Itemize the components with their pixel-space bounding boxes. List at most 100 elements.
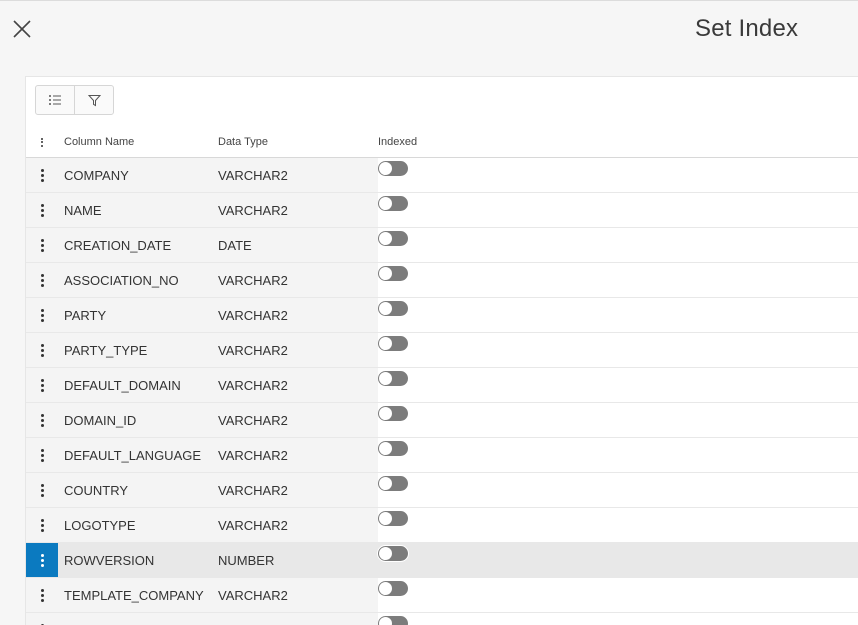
row-menu-button[interactable]	[26, 158, 58, 192]
cell-column-name: ROWVERSION	[58, 553, 218, 568]
table-row[interactable]: TEMPLATE_COMPANYVARCHAR2	[26, 578, 858, 613]
cell-indexed	[378, 298, 498, 316]
row-cells: ROWVERSIONNUMBER	[58, 543, 378, 577]
row-menu-button[interactable]	[26, 508, 58, 542]
row-menu-button[interactable]	[26, 578, 58, 612]
row-menu-button[interactable]	[26, 298, 58, 332]
indexed-toggle[interactable]	[378, 441, 408, 456]
indexed-toggle[interactable]	[378, 581, 408, 596]
cell-column-name: DEFAULT_DOMAIN	[58, 378, 218, 393]
cell-data-type: VARCHAR2	[218, 378, 378, 393]
kebab-icon	[41, 309, 44, 322]
close-button[interactable]	[10, 17, 34, 41]
cell-column-name: DOMAIN_ID	[58, 413, 218, 428]
row-menu-button[interactable]	[26, 228, 58, 262]
cell-column-name: PARTY	[58, 308, 218, 323]
indexed-toggle[interactable]	[378, 301, 408, 316]
filter-button[interactable]	[74, 86, 113, 114]
indexed-toggle[interactable]	[378, 336, 408, 351]
row-cells: DOMAIN_IDVARCHAR2	[58, 403, 378, 437]
table-row[interactable]	[26, 613, 858, 625]
header-data-type[interactable]: Data Type	[218, 136, 378, 148]
top-divider	[0, 0, 858, 1]
table-row[interactable]: CREATION_DATEDATE	[26, 228, 858, 263]
row-filler	[498, 578, 858, 612]
table-row[interactable]: DEFAULT_LANGUAGEVARCHAR2	[26, 438, 858, 473]
row-cells: PARTYVARCHAR2	[58, 298, 378, 332]
kebab-icon	[41, 239, 44, 252]
row-menu-button[interactable]	[26, 438, 58, 472]
kebab-icon	[41, 414, 44, 427]
indexed-toggle[interactable]	[378, 476, 408, 491]
header-column-name[interactable]: Column Name	[58, 136, 218, 148]
cell-indexed	[378, 578, 498, 596]
cell-column-name: CREATION_DATE	[58, 238, 218, 253]
row-cells: DEFAULT_LANGUAGEVARCHAR2	[58, 438, 378, 472]
row-filler	[498, 613, 858, 625]
columns-table: Column Name Data Type Indexed COMPANYVAR…	[26, 127, 858, 625]
table-header: Column Name Data Type Indexed	[26, 127, 858, 158]
row-filler	[498, 543, 858, 577]
row-menu-button[interactable]	[26, 368, 58, 402]
table-row[interactable]: NAMEVARCHAR2	[26, 193, 858, 228]
row-menu-button[interactable]	[26, 333, 58, 367]
indexed-toggle[interactable]	[378, 371, 408, 386]
cell-data-type: VARCHAR2	[218, 413, 378, 428]
column-chooser-button[interactable]	[36, 86, 74, 114]
cell-data-type: VARCHAR2	[218, 203, 378, 218]
cell-data-type: VARCHAR2	[218, 483, 378, 498]
table-row[interactable]: DEFAULT_DOMAINVARCHAR2	[26, 368, 858, 403]
cell-indexed	[378, 438, 498, 456]
row-filler	[498, 193, 858, 227]
kebab-icon	[41, 484, 44, 497]
row-filler	[498, 438, 858, 472]
grid-toolbar	[35, 85, 114, 115]
cell-data-type: VARCHAR2	[218, 308, 378, 323]
kebab-icon	[41, 589, 44, 602]
row-menu-button[interactable]	[26, 403, 58, 437]
table-row[interactable]: ASSOCIATION_NOVARCHAR2	[26, 263, 858, 298]
row-menu-button[interactable]	[26, 543, 58, 577]
row-cells: TEMPLATE_COMPANYVARCHAR2	[58, 578, 378, 612]
indexed-toggle[interactable]	[378, 231, 408, 246]
kebab-icon	[41, 344, 44, 357]
row-menu-button[interactable]	[26, 193, 58, 227]
table-body: COMPANYVARCHAR2NAMEVARCHAR2CREATION_DATE…	[26, 158, 858, 625]
cell-indexed	[378, 193, 498, 211]
table-row[interactable]: ROWVERSIONNUMBER	[26, 543, 858, 578]
table-row[interactable]: PARTYVARCHAR2	[26, 298, 858, 333]
row-cells: PARTY_TYPEVARCHAR2	[58, 333, 378, 367]
table-row[interactable]: DOMAIN_IDVARCHAR2	[26, 403, 858, 438]
header-indexed[interactable]: Indexed	[378, 136, 498, 148]
row-menu-button[interactable]	[26, 263, 58, 297]
cell-data-type: VARCHAR2	[218, 588, 378, 603]
cell-indexed	[378, 403, 498, 421]
indexed-toggle[interactable]	[378, 511, 408, 526]
kebab-icon	[41, 204, 44, 217]
row-filler	[498, 368, 858, 402]
table-row[interactable]: COUNTRYVARCHAR2	[26, 473, 858, 508]
table-row[interactable]: LOGOTYPEVARCHAR2	[26, 508, 858, 543]
indexed-toggle[interactable]	[378, 266, 408, 281]
indexed-toggle[interactable]	[378, 196, 408, 211]
indexed-toggle[interactable]	[378, 546, 408, 561]
cell-indexed	[378, 543, 498, 561]
cell-data-type: VARCHAR2	[218, 518, 378, 533]
dialog-title: Set Index	[695, 15, 798, 43]
table-row[interactable]: COMPANYVARCHAR2	[26, 158, 858, 193]
cell-column-name: DEFAULT_LANGUAGE	[58, 448, 218, 463]
row-menu-button[interactable]	[26, 473, 58, 507]
indexed-toggle[interactable]	[378, 406, 408, 421]
table-row[interactable]: PARTY_TYPEVARCHAR2	[26, 333, 858, 368]
row-menu-button[interactable]	[26, 613, 58, 625]
row-cells: ASSOCIATION_NOVARCHAR2	[58, 263, 378, 297]
cell-indexed	[378, 228, 498, 246]
header-menu-button[interactable]	[26, 127, 58, 157]
cell-indexed	[378, 158, 498, 176]
row-filler	[498, 473, 858, 507]
indexed-toggle[interactable]	[378, 161, 408, 176]
row-cells	[58, 613, 378, 625]
row-cells: COUNTRYVARCHAR2	[58, 473, 378, 507]
cell-column-name: PARTY_TYPE	[58, 343, 218, 358]
row-filler	[498, 508, 858, 542]
